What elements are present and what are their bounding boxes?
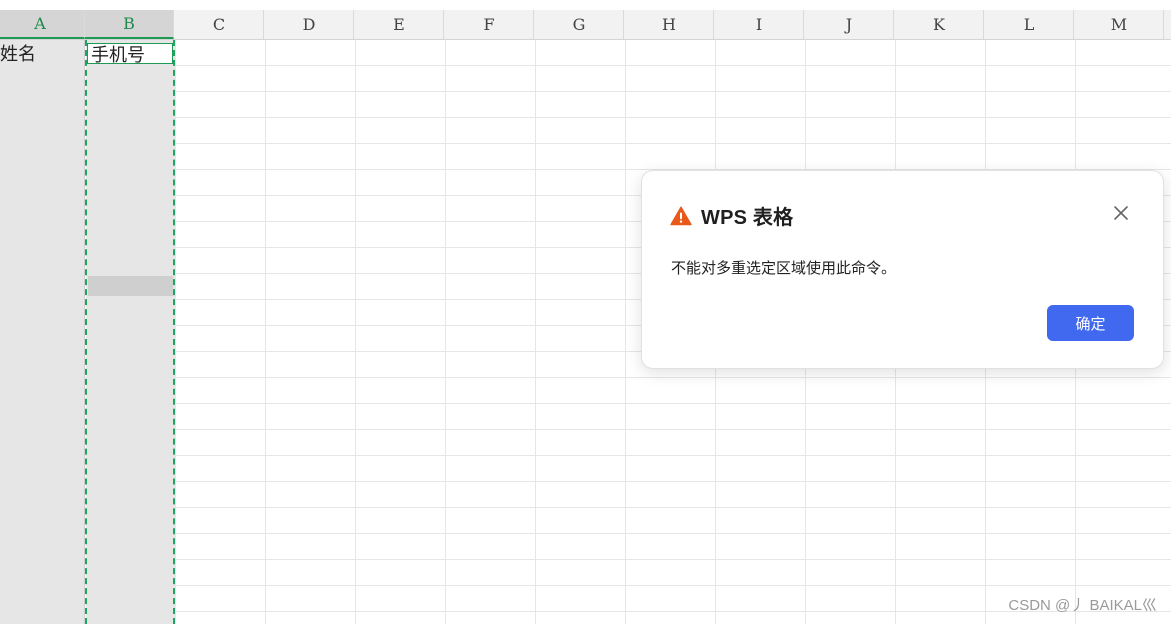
column-header-b[interactable]: B bbox=[85, 10, 174, 39]
selected-column-a bbox=[0, 40, 84, 624]
column-header-k[interactable]: K bbox=[895, 10, 984, 39]
dialog-message: 不能对多重选定区域使用此命令。 bbox=[671, 259, 897, 277]
highlighted-cell bbox=[88, 276, 173, 296]
column-header-a[interactable]: A bbox=[0, 10, 85, 39]
selected-column-b bbox=[86, 40, 175, 624]
cell-a1[interactable]: 姓名 bbox=[0, 40, 36, 66]
close-icon[interactable] bbox=[1112, 204, 1130, 222]
column-header-f[interactable]: F bbox=[445, 10, 534, 39]
dialog-title-text: WPS 表格 bbox=[701, 207, 794, 229]
watermark: CSDN @丿 BAIKAL巛 bbox=[1008, 597, 1157, 614]
column-header-d[interactable]: D bbox=[265, 10, 354, 39]
dialog-title: WPS 表格 bbox=[670, 201, 793, 230]
column-header-g[interactable]: G bbox=[535, 10, 624, 39]
column-header-row: A B C D E F G H I J K L M bbox=[0, 10, 1171, 40]
column-header-m[interactable]: M bbox=[1075, 10, 1164, 39]
top-strip bbox=[0, 0, 1171, 10]
ok-button[interactable]: 确定 bbox=[1047, 305, 1134, 341]
column-header-j[interactable]: J bbox=[805, 10, 894, 39]
column-header-e[interactable]: E bbox=[355, 10, 444, 39]
warning-icon bbox=[670, 206, 692, 225]
cell-b1[interactable]: 手机号 bbox=[91, 41, 145, 67]
column-header-i[interactable]: I bbox=[715, 10, 804, 39]
alert-dialog: WPS 表格 不能对多重选定区域使用此命令。 确定 bbox=[641, 170, 1164, 369]
spreadsheet: A B C D E F G H I J K L M 姓名 手机号 WPS 表格 … bbox=[0, 0, 1171, 624]
column-header-l[interactable]: L bbox=[985, 10, 1074, 39]
column-header-h[interactable]: H bbox=[625, 10, 714, 39]
column-header-c[interactable]: C bbox=[175, 10, 264, 39]
